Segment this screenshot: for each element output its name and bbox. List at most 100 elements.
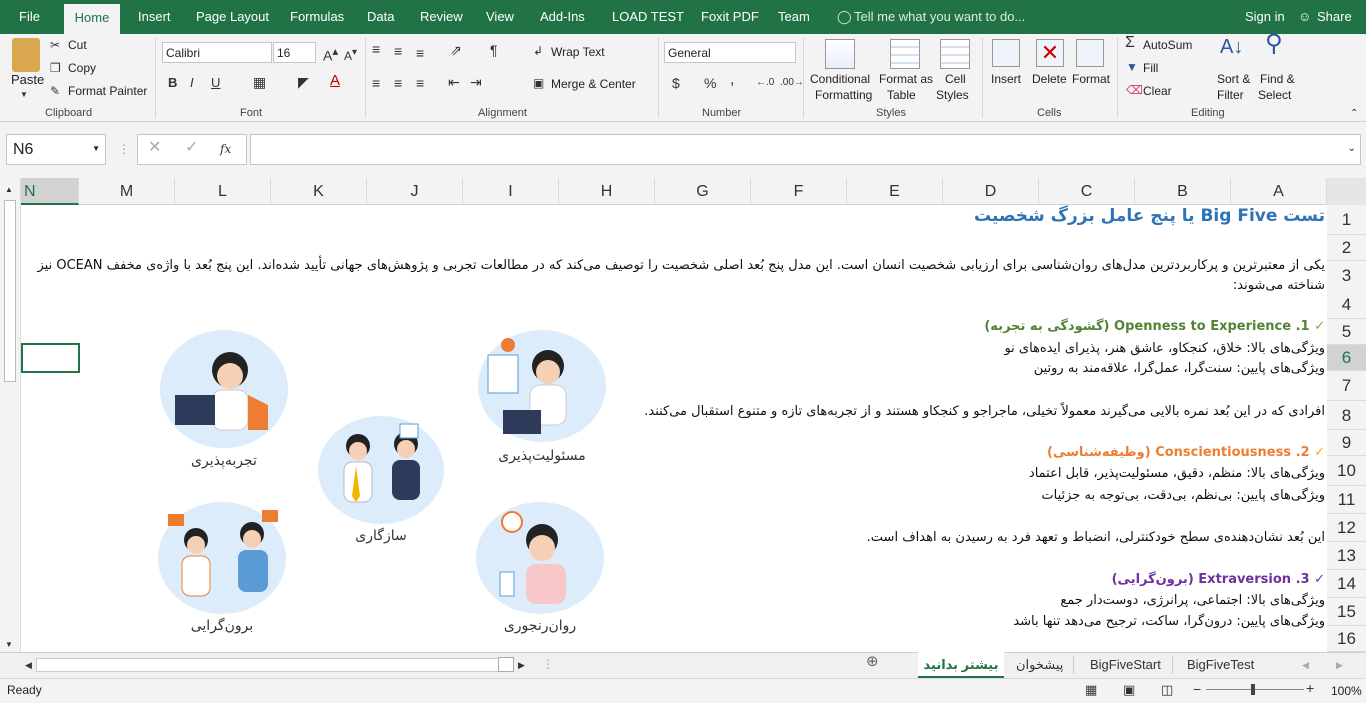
- column-header[interactable]: J: [367, 178, 463, 205]
- align-middle-icon[interactable]: ≡: [394, 44, 402, 58]
- tab-formulas[interactable]: Formulas: [290, 0, 344, 34]
- decrease-font-icon[interactable]: A▾: [344, 46, 357, 63]
- column-header[interactable]: L: [175, 178, 271, 205]
- comma-button[interactable]: ,: [730, 72, 734, 88]
- align-top-icon[interactable]: ≡: [372, 42, 380, 56]
- align-bottom-icon[interactable]: ≡: [416, 46, 424, 60]
- column-header[interactable]: M: [79, 178, 175, 205]
- sheet-tab-dashboard[interactable]: پیشخوان: [1016, 652, 1063, 678]
- zoom-slider[interactable]: [1206, 689, 1304, 690]
- row-header[interactable]: 8: [1327, 401, 1366, 430]
- share-button[interactable]: Share: [1317, 0, 1352, 34]
- sign-in-link[interactable]: Sign in: [1245, 0, 1285, 34]
- orientation-icon[interactable]: ⇗: [450, 43, 462, 57]
- increase-decimal-icon[interactable]: ←.0: [756, 76, 774, 90]
- underline-button[interactable]: U: [211, 76, 220, 90]
- tell-me-search[interactable]: Tell me what you want to do...: [854, 0, 1025, 34]
- zoom-level[interactable]: 100%: [1331, 684, 1362, 698]
- column-header[interactable]: D: [943, 178, 1039, 205]
- column-header[interactable]: N: [21, 178, 79, 205]
- add-sheet-icon[interactable]: ⊕: [866, 654, 879, 669]
- row-header[interactable]: 12: [1327, 514, 1366, 542]
- tab-foxit[interactable]: Foxit PDF: [701, 0, 759, 34]
- decrease-decimal-icon[interactable]: .00→: [780, 76, 804, 90]
- insert-function-button[interactable]: fx: [220, 142, 231, 156]
- merge-center-button[interactable]: Merge & Center: [551, 77, 636, 91]
- fill-color-icon[interactable]: ◤: [298, 75, 309, 89]
- horizontal-scroll-thumb[interactable]: [498, 657, 514, 672]
- tab-team[interactable]: Team: [778, 0, 810, 34]
- row-header[interactable]: 1: [1327, 205, 1366, 235]
- tab-load-test[interactable]: LOAD TEST: [612, 0, 684, 34]
- autosum-button[interactable]: AutoSum: [1143, 38, 1192, 52]
- row-header[interactable]: 13: [1327, 542, 1366, 570]
- bold-button[interactable]: B: [168, 76, 177, 90]
- row-header[interactable]: 11: [1327, 486, 1366, 514]
- row-header[interactable]: 4: [1327, 290, 1366, 319]
- format-as-table-button[interactable]: Format as: [879, 72, 933, 86]
- formula-input[interactable]: ⌄: [250, 134, 1361, 165]
- cancel-icon[interactable]: ✕: [148, 140, 161, 156]
- row-header[interactable]: 5: [1327, 319, 1366, 345]
- split-handle-icon[interactable]: ⋮: [542, 657, 554, 671]
- currency-button[interactable]: $: [672, 76, 680, 90]
- sheet-tab-bigfivetest[interactable]: BigFiveTest: [1187, 652, 1254, 678]
- tab-view[interactable]: View: [486, 0, 514, 34]
- page-layout-view-icon[interactable]: ▣: [1123, 683, 1135, 697]
- tab-insert[interactable]: Insert: [138, 0, 171, 34]
- percent-button[interactable]: %: [704, 76, 716, 90]
- fill-button[interactable]: Fill: [1143, 61, 1158, 75]
- zoom-out-icon[interactable]: −: [1193, 682, 1201, 696]
- align-left-icon[interactable]: ≡: [372, 76, 380, 90]
- name-box[interactable]: N6 ▼: [6, 134, 106, 165]
- tab-data[interactable]: Data: [367, 0, 394, 34]
- delete-cells-button[interactable]: Delete: [1032, 72, 1067, 86]
- column-header[interactable]: E: [847, 178, 943, 205]
- borders-icon[interactable]: ▦: [253, 75, 266, 89]
- enter-check-icon[interactable]: ✓: [185, 140, 198, 156]
- decrease-indent-icon[interactable]: ⇤: [448, 75, 460, 89]
- scroll-down-icon[interactable]: ▼: [5, 638, 13, 652]
- horizontal-scrollbar[interactable]: [36, 658, 506, 672]
- tab-addins[interactable]: Add-Ins: [540, 0, 585, 34]
- font-size-select[interactable]: 16: [273, 42, 316, 63]
- cut-button[interactable]: Cut: [68, 38, 87, 52]
- page-break-view-icon[interactable]: ◫: [1161, 683, 1173, 697]
- increase-font-icon[interactable]: A▴: [323, 45, 338, 63]
- row-header[interactable]: 7: [1327, 371, 1366, 401]
- sheet-tab-bigfivestart[interactable]: BigFiveStart: [1090, 652, 1161, 678]
- next-sheet-icon[interactable]: ▶: [1336, 658, 1343, 672]
- scroll-thumb[interactable]: [4, 200, 16, 382]
- align-center-icon[interactable]: ≡: [394, 76, 402, 90]
- column-header[interactable]: K: [271, 178, 367, 205]
- column-header[interactable]: F: [751, 178, 847, 205]
- tab-review[interactable]: Review: [420, 0, 463, 34]
- align-right-icon[interactable]: ≡: [416, 76, 424, 90]
- find-select-button[interactable]: Find &: [1260, 72, 1295, 86]
- text-direction-icon[interactable]: ¶: [490, 43, 498, 57]
- column-header[interactable]: B: [1135, 178, 1231, 205]
- prev-sheet-icon[interactable]: ◀: [1302, 658, 1309, 672]
- sort-filter-button[interactable]: Sort &: [1217, 72, 1250, 86]
- tab-home[interactable]: Home: [64, 4, 120, 34]
- scroll-up-icon[interactable]: ▲: [5, 183, 13, 197]
- insert-cells-button[interactable]: Insert: [991, 72, 1021, 86]
- row-header[interactable]: 9: [1327, 430, 1366, 456]
- collapse-ribbon-icon[interactable]: ⌃: [1350, 107, 1358, 121]
- row-header[interactable]: 6: [1327, 345, 1366, 371]
- tab-file[interactable]: File: [19, 0, 40, 34]
- clear-button[interactable]: Clear: [1143, 84, 1172, 98]
- increase-indent-icon[interactable]: ⇥: [470, 75, 482, 89]
- column-header[interactable]: C: [1039, 178, 1135, 205]
- cell-styles-button[interactable]: Cell: [945, 72, 966, 86]
- paste-button[interactable]: Paste: [11, 72, 44, 87]
- format-cells-button[interactable]: Format: [1072, 72, 1110, 86]
- row-header[interactable]: 14: [1327, 570, 1366, 598]
- copy-button[interactable]: Copy: [68, 61, 96, 75]
- row-header[interactable]: 2: [1327, 235, 1366, 261]
- number-format-select[interactable]: General: [664, 42, 796, 63]
- active-cell[interactable]: [21, 343, 80, 373]
- scroll-right-icon[interactable]: ▶: [518, 658, 525, 672]
- conditional-formatting-button[interactable]: Conditional: [810, 72, 870, 86]
- tab-page-layout[interactable]: Page Layout: [196, 0, 269, 34]
